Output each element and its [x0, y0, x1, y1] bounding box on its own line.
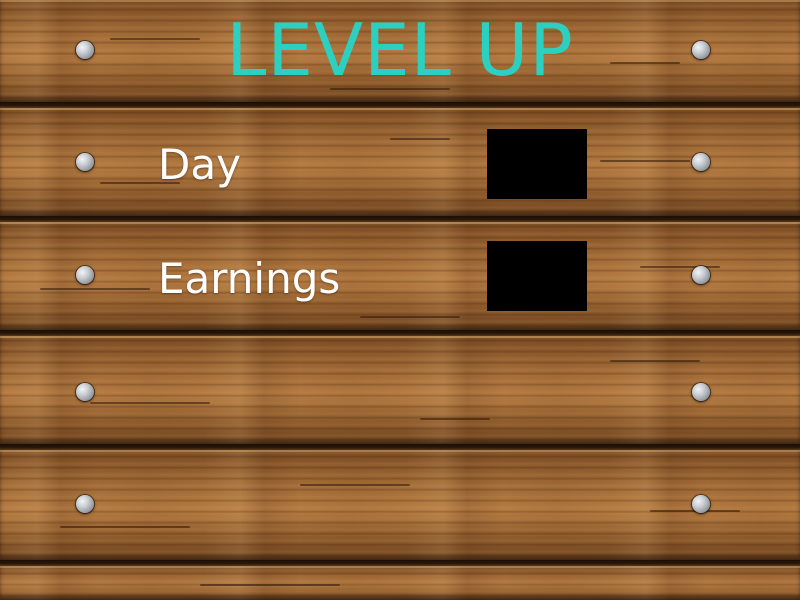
- nail-icon: [76, 266, 94, 284]
- level-up-title: LEVEL UP: [226, 8, 574, 92]
- nail-icon: [692, 153, 710, 171]
- nail-icon: [692, 383, 710, 401]
- wood-plank-2: [0, 108, 800, 216]
- nail-icon: [76, 153, 94, 171]
- wood-plank-5: [0, 450, 800, 560]
- day-value: [487, 129, 587, 199]
- earnings-value: [487, 241, 587, 311]
- nail-icon: [692, 495, 710, 513]
- level-up-screen: LEVEL UP Day Earnings: [0, 0, 800, 600]
- nail-icon: [692, 266, 710, 284]
- wood-plank-3: [0, 222, 800, 330]
- nail-icon: [76, 495, 94, 513]
- wood-plank-6: [0, 566, 800, 600]
- wood-plank-4: [0, 336, 800, 444]
- earnings-label: Earnings: [158, 254, 341, 303]
- day-label: Day: [158, 140, 241, 189]
- nail-icon: [76, 383, 94, 401]
